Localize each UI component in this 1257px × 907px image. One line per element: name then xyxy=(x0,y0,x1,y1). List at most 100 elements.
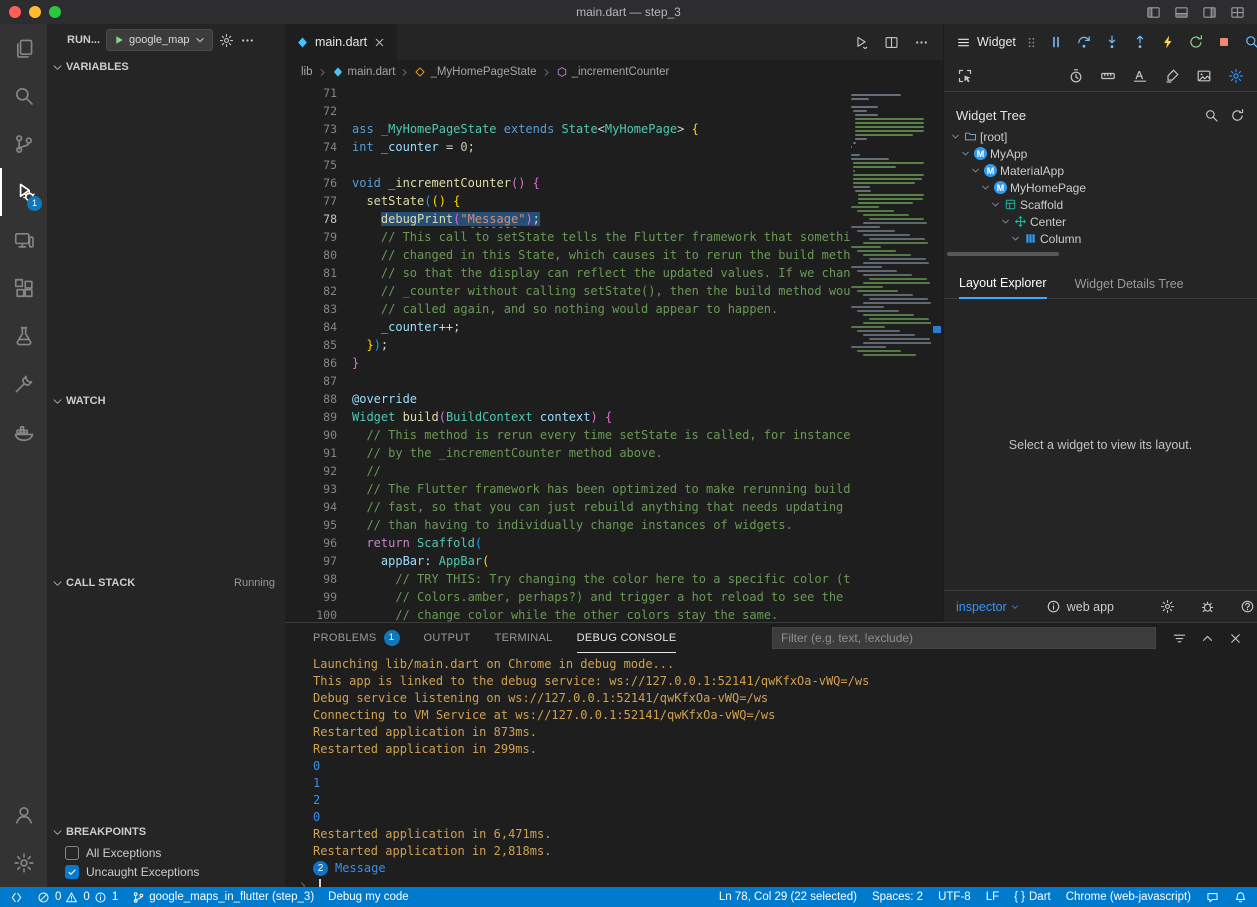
code-line[interactable]: 73ass _MyHomePageState extends State<MyH… xyxy=(285,120,851,138)
code-line[interactable]: 86} xyxy=(285,354,851,372)
chevron-down-icon[interactable] xyxy=(990,199,1001,210)
chevron-down-icon[interactable] xyxy=(1000,216,1011,227)
restart-icon[interactable] xyxy=(1185,31,1207,53)
section-call-stack[interactable]: CALL STACK Running xyxy=(47,572,285,594)
code-line[interactable]: 88@override xyxy=(285,390,851,408)
launch-config-dropdown[interactable]: google_map xyxy=(106,29,213,51)
help-icon[interactable] xyxy=(1240,599,1255,614)
code-line[interactable]: 87 xyxy=(285,372,851,390)
debug-console[interactable]: Launching lib/main.dart on Chrome in deb… xyxy=(285,653,1257,887)
activity-item-remote-explorer[interactable] xyxy=(0,216,47,264)
eol-status[interactable]: LF xyxy=(986,891,999,903)
tab-debug-console[interactable]: DEBUG CONSOLE xyxy=(577,623,677,653)
activity-item-source-control[interactable] xyxy=(0,120,47,168)
section-breakpoints[interactable]: BREAKPOINTS xyxy=(47,821,285,843)
widget-tree-item-center[interactable]: Center xyxy=(944,213,1257,230)
close-window-button[interactable] xyxy=(9,6,21,18)
tab-terminal[interactable]: TERMINAL xyxy=(495,623,553,653)
activity-item-run-and-debug[interactable]: 1 xyxy=(0,168,47,216)
report-bug-icon[interactable] xyxy=(1200,599,1215,614)
code-line[interactable]: 79 // This call to setState tells the Fl… xyxy=(285,228,851,246)
minimap[interactable] xyxy=(851,86,931,622)
code-line[interactable]: 76void _incrementCounter() { xyxy=(285,174,851,192)
code-line[interactable]: 100 // change color while the other colo… xyxy=(285,606,851,622)
close-panel-icon[interactable] xyxy=(1228,631,1243,646)
activity-item-docker[interactable] xyxy=(0,408,47,456)
code-line[interactable]: 92 // xyxy=(285,462,851,480)
highlight-oversized-images-icon[interactable] xyxy=(1193,65,1215,87)
widget-tree-item-myhomepage[interactable]: MMyHomePage xyxy=(944,179,1257,196)
code-line[interactable]: 90 // This method is rerun every time se… xyxy=(285,426,851,444)
filter-icon[interactable] xyxy=(1172,631,1187,646)
maximize-panel-icon[interactable] xyxy=(1200,631,1215,646)
debug-task-status[interactable]: Debug my code xyxy=(328,891,409,903)
checkbox-unchecked[interactable] xyxy=(65,846,79,860)
code-line[interactable]: 94 // fast, so that you can just rebuild… xyxy=(285,498,851,516)
code-line[interactable]: 95 // than having to individually change… xyxy=(285,516,851,534)
debug-target[interactable]: Chrome (web-javascript) xyxy=(1066,891,1191,903)
run-or-debug-icon[interactable] xyxy=(854,35,869,50)
show-guidelines-icon[interactable] xyxy=(1097,65,1119,87)
chevron-down-icon[interactable] xyxy=(970,165,981,176)
code-line[interactable]: 83 // called again, and so nothing would… xyxy=(285,300,851,318)
code-line[interactable]: 71 xyxy=(285,84,851,102)
toggle-panel-icon[interactable] xyxy=(1174,5,1189,20)
activity-item-tools[interactable] xyxy=(0,360,47,408)
show-baselines-icon[interactable] xyxy=(1129,65,1151,87)
code-line[interactable]: 91 // by the _incrementCounter method ab… xyxy=(285,444,851,462)
console-input[interactable] xyxy=(297,877,1257,887)
breakpoint-uncaught-exceptions[interactable]: Uncaught Exceptions xyxy=(47,862,285,881)
widget-tree-item-root[interactable]: [root] xyxy=(944,128,1257,145)
slow-animations-icon[interactable] xyxy=(1065,65,1087,87)
git-branch-status[interactable]: google_maps_in_flutter (step_3) xyxy=(132,891,314,904)
tab-problems[interactable]: PROBLEMS 1 xyxy=(313,623,400,653)
widget-tree-item-myapp[interactable]: MMyApp xyxy=(944,145,1257,162)
breakpoint-all-exceptions[interactable]: All Exceptions xyxy=(47,843,285,862)
activity-item-extensions[interactable] xyxy=(0,264,47,312)
code-editor[interactable]: 717273ass _MyHomePageState extends State… xyxy=(285,84,943,622)
select-widget-mode-icon[interactable] xyxy=(954,65,976,87)
breadcrumb-class[interactable]: _MyHomePageState xyxy=(414,66,536,78)
activity-item-settings[interactable] xyxy=(0,839,47,887)
activity-item-accounts[interactable] xyxy=(0,791,47,839)
activity-item-search[interactable] xyxy=(0,72,47,120)
indentation-status[interactable]: Spaces: 2 xyxy=(872,891,923,903)
remote-indicator[interactable] xyxy=(10,891,23,904)
code-line[interactable]: 85 }); xyxy=(285,336,851,354)
overview-ruler[interactable] xyxy=(931,84,943,622)
minimize-window-button[interactable] xyxy=(29,6,41,18)
step-over-icon[interactable] xyxy=(1073,31,1095,53)
tab-widget-details-tree[interactable]: Widget Details Tree xyxy=(1075,277,1184,298)
chevron-down-icon[interactable] xyxy=(1010,233,1021,244)
code-line[interactable]: 72 xyxy=(285,102,851,120)
code-line[interactable]: 99 // Colors.amber, perhaps?) and trigge… xyxy=(285,588,851,606)
code-line[interactable]: 75 xyxy=(285,156,851,174)
code-line[interactable]: 97 appBar: AppBar( xyxy=(285,552,851,570)
tab-main-dart[interactable]: main.dart xyxy=(285,24,397,60)
code-line[interactable]: 77 setState(() { xyxy=(285,192,851,210)
section-variables[interactable]: VARIABLES xyxy=(47,56,285,78)
breadcrumb-main-dart[interactable]: main.dart xyxy=(332,66,396,78)
breadcrumb-lib[interactable]: lib xyxy=(301,66,313,78)
widget-tree-item-materialapp[interactable]: MMaterialApp xyxy=(944,162,1257,179)
hot-reload-icon[interactable] xyxy=(1157,31,1179,53)
search-icon[interactable] xyxy=(1204,108,1219,123)
code-line[interactable]: 78 debugPrint("Message"); xyxy=(285,210,851,228)
toggle-secondary-sidebar-icon[interactable] xyxy=(1202,5,1217,20)
widget-tree-item-column[interactable]: Column xyxy=(944,230,1257,247)
encoding-status[interactable]: UTF-8 xyxy=(938,891,971,903)
code-line[interactable]: 84 _counter++; xyxy=(285,318,851,336)
debug-settings-gear-icon[interactable] xyxy=(219,33,234,48)
code-line[interactable]: 89Widget build(BuildContext context) { xyxy=(285,408,851,426)
checkbox-checked[interactable] xyxy=(65,865,79,879)
open-devtools-icon[interactable] xyxy=(1241,31,1257,53)
feedback-icon[interactable] xyxy=(1206,891,1219,904)
activity-item-testing[interactable] xyxy=(0,312,47,360)
code-line[interactable]: 93 // The Flutter framework has been opt… xyxy=(285,480,851,498)
more-editor-actions-icon[interactable] xyxy=(914,35,929,50)
problems-status[interactable]: 0 0 1 xyxy=(37,891,118,904)
inspector-dropdown[interactable]: inspector xyxy=(956,600,1020,614)
language-mode[interactable]: { } Dart xyxy=(1014,891,1051,903)
toggle-primary-sidebar-icon[interactable] xyxy=(1146,5,1161,20)
maximize-window-button[interactable] xyxy=(49,6,61,18)
